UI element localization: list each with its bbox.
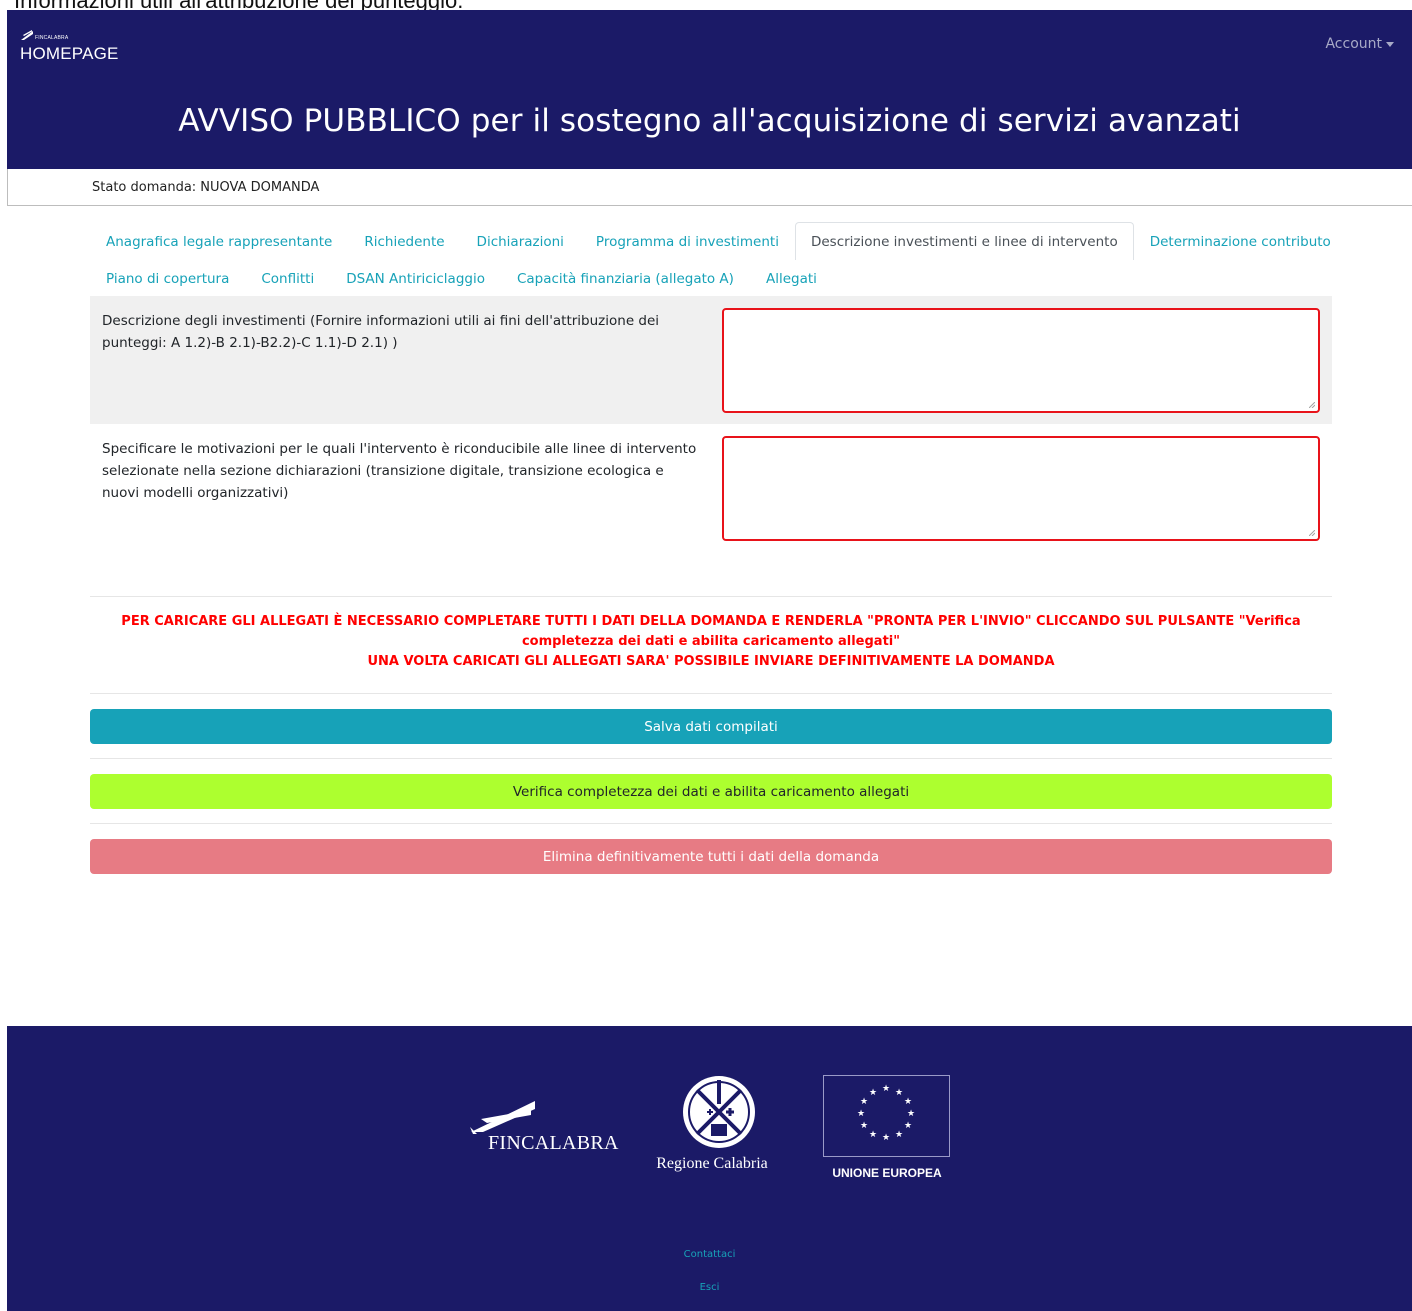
tab-anagrafica[interactable]: Anagrafica legale rappresentante [90, 222, 348, 260]
eu-stars-icon: ★ ★ ★ ★ ★ ★ ★ ★ ★ ★ ★ ★ [857, 1084, 915, 1143]
status-text: Stato domanda: NUOVA DOMANDA [92, 180, 320, 195]
motivazioni-textarea[interactable] [722, 436, 1320, 541]
motivazioni-label: Specificare le motivazioni per le quali … [102, 441, 697, 501]
regione-calabria-logo: Regione Calabria [637, 1064, 787, 1174]
tab-conflitti[interactable]: Conflitti [245, 260, 330, 296]
footer: FINCALABRA Regione Calabria ★ ★ ★ ★ ★ ★ … [7, 1026, 1412, 1311]
svg-text:★: ★ [882, 1133, 890, 1143]
warning-line-1: PER CARICARE GLI ALLEGATI È NECESSARIO C… [121, 614, 1301, 649]
resize-handle-icon[interactable] [1309, 402, 1315, 408]
status-bar: Stato domanda: NUOVA DOMANDA [7, 169, 1412, 206]
regione-emblem-icon [683, 1072, 755, 1156]
fincalabra-logo-text: FINCALABRA [488, 1132, 619, 1154]
account-label: Account [1325, 36, 1382, 52]
homepage-link[interactable]: HOMEPAGE [20, 44, 119, 64]
logout-link[interactable]: Esci [7, 1282, 1412, 1293]
tab-descrizione-investimenti[interactable]: Descrizione investimenti e linee di inte… [794, 222, 1134, 260]
tab-dsan-antiriciclaggio[interactable]: DSAN Antiriciclaggio [330, 260, 501, 296]
delete-button[interactable]: Elimina definitivamente tutti i dati del… [90, 839, 1332, 874]
tab-allegati[interactable]: Allegati [750, 260, 833, 296]
wing-icon [470, 1101, 535, 1134]
svg-text:★: ★ [907, 1109, 915, 1119]
descrizione-label: Descrizione degli investimenti (Fornire … [102, 313, 660, 351]
svg-text:★: ★ [895, 1130, 903, 1140]
account-dropdown[interactable]: Account [1325, 36, 1394, 52]
svg-text:★: ★ [904, 1097, 912, 1107]
tab-row-2: Piano di copertura Conflitti DSAN Antiri… [90, 260, 1332, 296]
fincalabra-logo-small: FINCALABRA [20, 28, 119, 42]
caret-down-icon [1386, 41, 1394, 47]
descrizione-textarea[interactable] [722, 308, 1320, 413]
tab-bar: Anagrafica legale rappresentante Richied… [90, 222, 1332, 296]
tab-richiedente[interactable]: Richiedente [348, 222, 460, 260]
verify-button[interactable]: Verifica completezza dei dati e abilita … [90, 774, 1332, 809]
warning-line-2: UNA VOLTA CARICATI GLI ALLEGATI SARA' PO… [367, 654, 1055, 669]
eu-flag: ★ ★ ★ ★ ★ ★ ★ ★ ★ ★ ★ ★ [823, 1075, 950, 1157]
contact-link[interactable]: Contattaci [7, 1249, 1412, 1260]
tab-determinazione-contributo[interactable]: Determinazione contributo [1134, 222, 1347, 260]
svg-text:★: ★ [860, 1121, 868, 1131]
svg-text:★: ★ [869, 1130, 877, 1140]
divider [90, 758, 1332, 759]
divider [90, 693, 1332, 694]
fincalabra-logo: FINCALABRA [465, 1101, 618, 1154]
svg-text:★: ★ [895, 1088, 903, 1098]
svg-text:★: ★ [860, 1097, 868, 1107]
brand[interactable]: FINCALABRA HOMEPAGE [20, 28, 119, 64]
warning-message: PER CARICARE GLI ALLEGATI È NECESSARIO C… [88, 612, 1334, 672]
wing-icon [21, 30, 33, 40]
tab-capacita-finanziaria[interactable]: Capacità finanziaria (allegato A) [501, 260, 750, 296]
svg-text:★: ★ [857, 1109, 865, 1119]
resize-handle-icon[interactable] [1309, 530, 1315, 536]
form-row-descrizione: Descrizione degli investimenti (Fornire … [90, 296, 1332, 424]
page-title: AVVISO PUBBLICO per il sostegno all'acqu… [178, 103, 1241, 139]
eu-label: UNIONE EUROPEA [832, 1166, 942, 1180]
divider [90, 823, 1332, 824]
brand-logo-text: FINCALABRA [35, 34, 69, 41]
save-button[interactable]: Salva dati compilati [90, 709, 1332, 744]
top-navbar: FINCALABRA HOMEPAGE Account AVVISO PUBBL… [7, 10, 1412, 169]
tab-row-1: Anagrafica legale rappresentante Richied… [90, 222, 1332, 260]
svg-text:★: ★ [904, 1121, 912, 1131]
tab-piano-copertura[interactable]: Piano di copertura [90, 260, 245, 296]
tab-programma-investimenti[interactable]: Programma di investimenti [580, 222, 795, 260]
tab-dichiarazioni[interactable]: Dichiarazioni [461, 222, 580, 260]
svg-text:★: ★ [869, 1088, 877, 1098]
divider [90, 596, 1332, 597]
svg-text:★: ★ [882, 1084, 890, 1094]
regione-calabria-text: Regione Calabria [656, 1155, 768, 1172]
form-row-motivazioni: Specificare le motivazioni per le quali … [90, 424, 1332, 552]
